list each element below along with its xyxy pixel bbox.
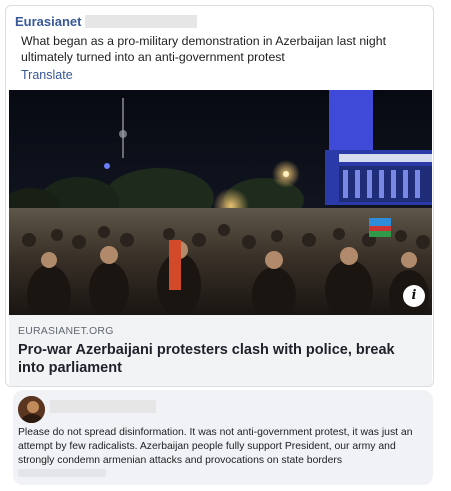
page-name-link[interactable]: Eurasianet bbox=[15, 14, 81, 29]
comment-bubble: Please do not spread disinformation. It … bbox=[13, 390, 433, 485]
post-card: Eurasianet What began as a pro-military … bbox=[5, 5, 434, 387]
post-header: Eurasianet bbox=[15, 13, 425, 31]
avatar[interactable] bbox=[18, 396, 45, 423]
post-text: What began as a pro-military demonstrati… bbox=[21, 34, 386, 64]
redacted-area bbox=[85, 15, 198, 28]
protest-scene-illustration bbox=[9, 90, 432, 315]
translate-link[interactable]: Translate bbox=[21, 68, 73, 82]
post-photo[interactable]: i bbox=[9, 90, 432, 315]
redacted-commenter-name bbox=[50, 400, 156, 413]
info-icon[interactable]: i bbox=[403, 285, 425, 307]
link-domain: EURASIANET.ORG bbox=[18, 325, 114, 337]
link-preview[interactable]: EURASIANET.ORG Pro-war Azerbaijani prote… bbox=[9, 315, 432, 386]
avatar-image bbox=[18, 396, 45, 423]
redacted-area bbox=[18, 469, 106, 477]
comment-text: Please do not spread disinformation. It … bbox=[18, 427, 413, 466]
link-headline[interactable]: Pro-war Azerbaijani protesters clash wit… bbox=[18, 341, 423, 377]
